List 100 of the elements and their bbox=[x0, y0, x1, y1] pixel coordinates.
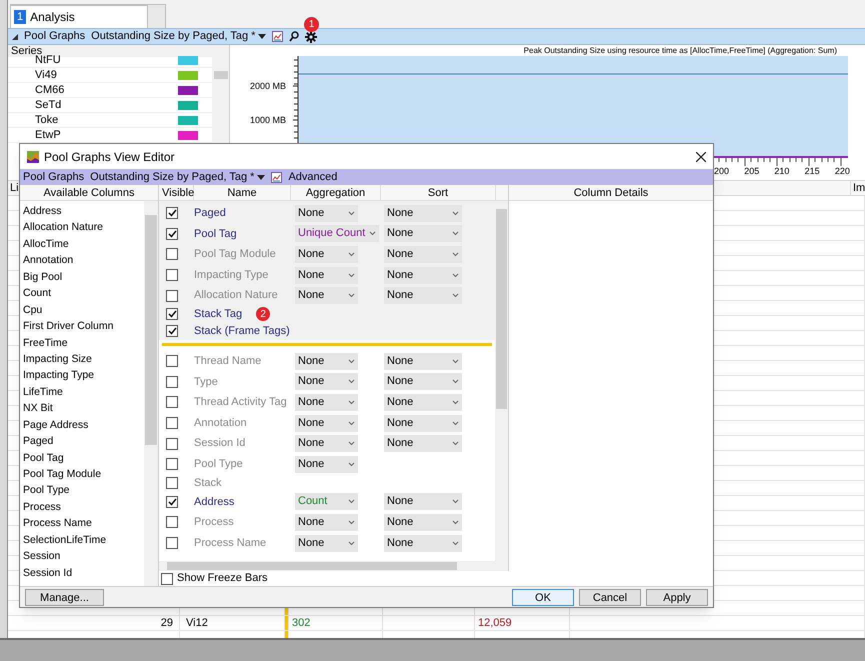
checkbox[interactable] bbox=[161, 572, 173, 584]
series-name: EtwP bbox=[34, 128, 62, 142]
list-item[interactable]: Page Address bbox=[23, 416, 144, 434]
dropdown[interactable]: None bbox=[295, 373, 358, 390]
dropdown[interactable]: None bbox=[295, 204, 358, 222]
checkbox[interactable] bbox=[166, 248, 178, 260]
checkbox[interactable] bbox=[166, 207, 178, 220]
dropdown[interactable]: None bbox=[295, 435, 358, 452]
dropdown[interactable]: None bbox=[295, 287, 358, 304]
checkbox[interactable] bbox=[166, 355, 178, 368]
list-item[interactable]: NX Bit bbox=[23, 400, 144, 417]
dropdown[interactable]: None bbox=[295, 246, 358, 263]
checkbox[interactable] bbox=[166, 537, 178, 550]
dropdown[interactable]: None bbox=[384, 435, 462, 452]
dropdown[interactable]: None bbox=[295, 456, 358, 473]
close-icon[interactable] bbox=[696, 152, 706, 162]
ok-button[interactable]: OK bbox=[512, 588, 574, 606]
dropdown[interactable]: None bbox=[295, 266, 358, 284]
checkbox[interactable] bbox=[166, 496, 178, 508]
list-item[interactable]: SelectionLifeTime bbox=[23, 532, 144, 548]
series-name: Vi49 bbox=[34, 68, 58, 82]
dropdown[interactable]: None bbox=[384, 266, 462, 284]
chevron-down-icon bbox=[348, 540, 355, 546]
list-item[interactable]: AllocTime bbox=[23, 236, 144, 252]
dropdown[interactable]: None bbox=[384, 204, 462, 222]
dropdown[interactable]: None bbox=[295, 352, 358, 370]
table-cell: 302 bbox=[289, 616, 383, 630]
list-item[interactable]: Impacting Type bbox=[23, 367, 144, 384]
checkbox[interactable] bbox=[166, 269, 178, 282]
checkbox[interactable] bbox=[166, 228, 178, 240]
dropdown[interactable]: None bbox=[384, 534, 462, 552]
dropdown[interactable]: None bbox=[384, 493, 462, 510]
scrollbar[interactable] bbox=[495, 201, 508, 561]
list-item[interactable]: Address bbox=[23, 203, 144, 220]
checkbox[interactable] bbox=[166, 458, 178, 470]
list-item[interactable]: Annotation bbox=[23, 252, 144, 269]
dialog-title: Pool Graphs View Editor bbox=[44, 148, 176, 166]
dropdown[interactable]: None bbox=[384, 225, 462, 242]
dropdown[interactable]: Unique Count bbox=[295, 225, 380, 242]
column-name: Allocation Nature bbox=[194, 288, 278, 304]
preset-dropdown[interactable]: Outstanding Size by Paged, Tag * bbox=[91, 28, 266, 45]
chart-app-icon bbox=[27, 150, 39, 162]
advanced-link[interactable]: Advanced bbox=[288, 168, 338, 186]
dropdown[interactable]: None bbox=[295, 514, 358, 531]
dropdown[interactable]: None bbox=[384, 394, 462, 411]
manage-button[interactable]: Manage... bbox=[25, 588, 104, 606]
chevron-down-icon bbox=[348, 252, 355, 257]
list-item[interactable]: Cpu bbox=[23, 302, 144, 318]
checkbox[interactable] bbox=[166, 438, 178, 450]
advanced-icon[interactable] bbox=[271, 172, 282, 182]
scrollbar[interactable] bbox=[144, 201, 158, 586]
chevron-down-icon bbox=[452, 520, 459, 525]
checkbox[interactable] bbox=[166, 417, 178, 430]
list-item[interactable]: FreeTime bbox=[23, 334, 144, 351]
dropdown[interactable]: None bbox=[384, 514, 462, 531]
list-item[interactable]: Count bbox=[23, 285, 144, 302]
checkbox[interactable] bbox=[166, 376, 178, 388]
caret-icon[interactable] bbox=[258, 34, 266, 39]
dropdown[interactable]: None bbox=[384, 414, 462, 432]
checkbox[interactable] bbox=[166, 325, 178, 338]
list-item[interactable]: Pool Tag bbox=[23, 450, 144, 466]
list-item[interactable]: Pool Tag Module bbox=[23, 466, 144, 482]
column-header: Sort bbox=[381, 185, 496, 200]
checkbox[interactable] bbox=[166, 308, 178, 320]
list-item[interactable]: Process Name bbox=[23, 515, 144, 532]
column-header: Column Details bbox=[509, 185, 713, 201]
document-tab[interactable]: 1 Analysis bbox=[10, 4, 148, 28]
dropdown[interactable]: None bbox=[384, 352, 462, 370]
dropdown[interactable]: None bbox=[295, 534, 358, 552]
scrollbar[interactable] bbox=[159, 561, 508, 571]
chevron-down-icon bbox=[452, 540, 459, 546]
dropdown[interactable]: None bbox=[295, 414, 358, 432]
cancel-button[interactable]: Cancel bbox=[579, 588, 641, 606]
collapse-triangle-icon[interactable] bbox=[12, 34, 18, 40]
list-item[interactable]: LifeTime bbox=[23, 384, 144, 400]
checkbox[interactable] bbox=[166, 396, 178, 408]
table-cell: 12,059 bbox=[475, 616, 570, 630]
dropdown[interactable]: None bbox=[384, 287, 462, 304]
checkbox[interactable] bbox=[166, 516, 178, 528]
dropdown[interactable]: None bbox=[295, 394, 358, 411]
list-item[interactable]: Session bbox=[23, 548, 144, 565]
dropdown[interactable]: None bbox=[384, 373, 462, 390]
dropdown[interactable]: None bbox=[384, 246, 462, 263]
chevron-down-icon bbox=[452, 252, 459, 257]
list-item[interactable]: First Driver Column bbox=[23, 318, 144, 334]
list-item[interactable]: Process bbox=[23, 498, 144, 516]
chart-image-icon[interactable] bbox=[272, 31, 284, 42]
list-item[interactable]: Big Pool bbox=[23, 268, 144, 286]
list-item[interactable]: Session Id bbox=[23, 564, 144, 582]
axis-label: 210 bbox=[774, 166, 790, 177]
list-item[interactable]: Allocation Nature bbox=[23, 219, 144, 236]
checkbox[interactable] bbox=[166, 290, 178, 302]
apply-button[interactable]: Apply bbox=[646, 588, 708, 606]
list-item[interactable]: Pool Type bbox=[23, 482, 144, 499]
checkbox[interactable] bbox=[166, 477, 178, 490]
list-item[interactable]: Impacting Size bbox=[23, 350, 144, 368]
dropdown[interactable]: Count bbox=[295, 493, 358, 510]
search-icon[interactable] bbox=[289, 31, 300, 42]
list-item[interactable]: Paged bbox=[23, 433, 144, 450]
preset-dropdown[interactable]: Outstanding Size by Paged, Tag * bbox=[90, 168, 266, 186]
